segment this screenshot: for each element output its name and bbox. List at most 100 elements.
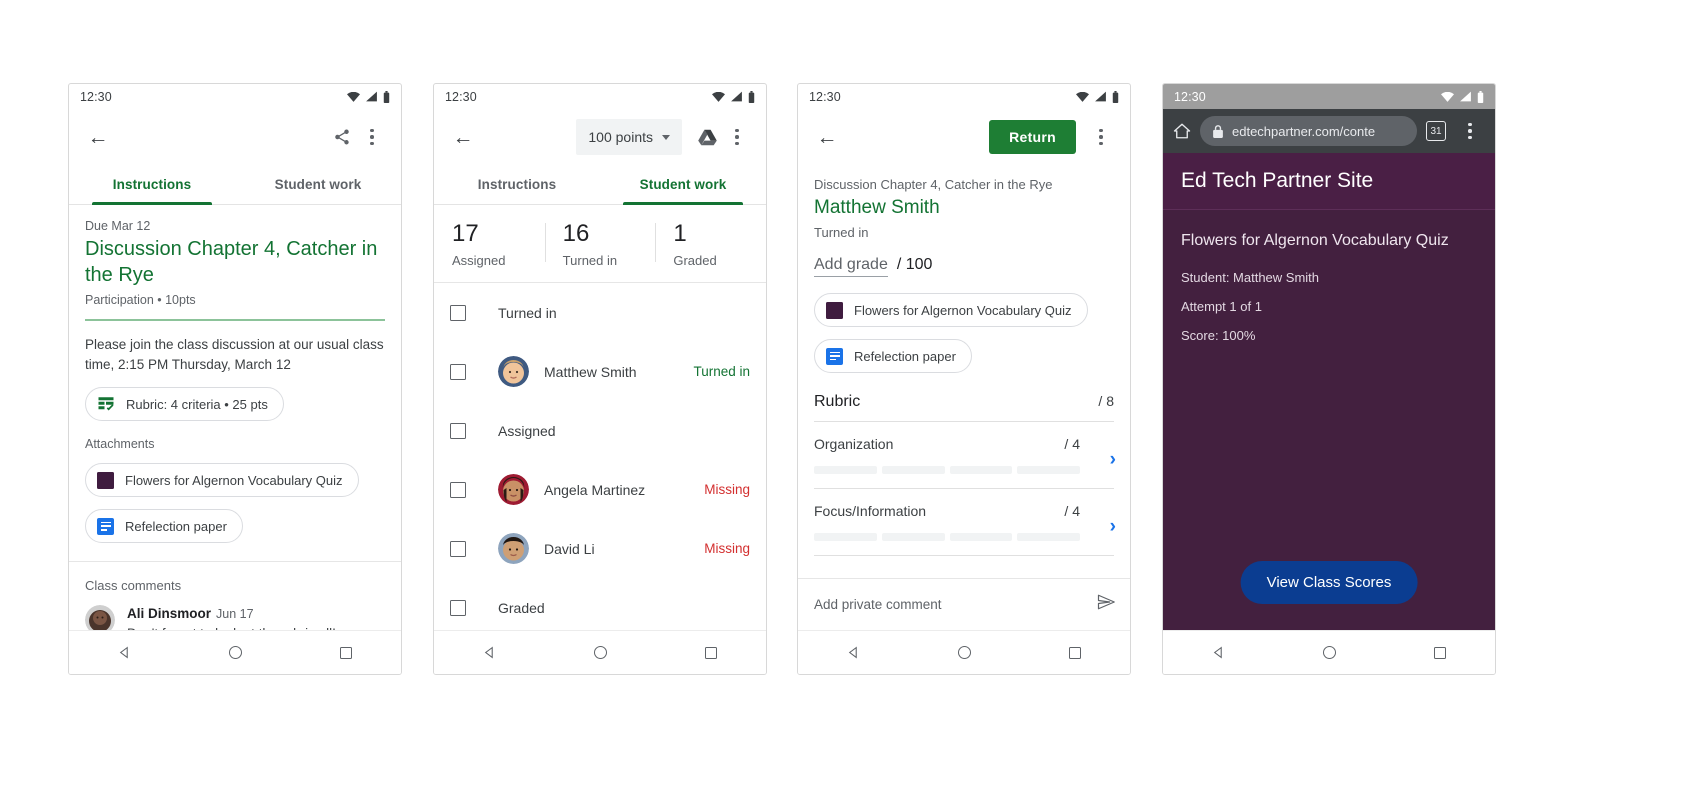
nav-back-icon[interactable]: [118, 646, 131, 659]
nav-back-icon[interactable]: [847, 646, 860, 659]
private-comment-bar[interactable]: Add private comment: [798, 578, 1130, 630]
stat-number: 17: [452, 220, 479, 247]
attachment-chip-doc[interactable]: Refelection paper: [814, 339, 972, 373]
nav-recents-icon[interactable]: [1434, 646, 1446, 659]
nav-home-icon[interactable]: [229, 646, 242, 659]
quiz-title: Flowers for Algernon Vocabulary Quiz: [1181, 232, 1449, 249]
stat-turned-in[interactable]: 16 Turned in: [544, 220, 656, 268]
site-title: Ed Tech Partner Site: [1181, 169, 1374, 192]
more-vert-icon[interactable]: [1086, 122, 1116, 152]
share-icon[interactable]: [327, 122, 357, 152]
system-nav-bar: [434, 630, 766, 674]
checkbox[interactable]: [450, 540, 466, 557]
group-header-assigned[interactable]: Assigned: [434, 401, 766, 460]
stats-row: 17 Assigned 16 Turned in 1 Graded: [434, 205, 766, 268]
divider: [814, 555, 1114, 556]
app-bar: ← Return: [798, 109, 1130, 165]
criterion-focus-information[interactable]: Focus/Information / 4 ›: [798, 489, 1130, 541]
quiz-student: Student: Matthew Smith: [1181, 270, 1320, 285]
group-label: Assigned: [498, 422, 556, 439]
student-row-angela-martinez[interactable]: Angela Martinez Missing: [434, 460, 766, 519]
back-button[interactable]: ←: [83, 122, 113, 152]
checkbox[interactable]: [450, 599, 466, 616]
stat-number: 16: [562, 220, 590, 247]
status-clock: 12:30: [1174, 89, 1206, 104]
attachment-chip-quiz[interactable]: Flowers for Algernon Vocabulary Quiz: [814, 293, 1088, 327]
status-icons: [1441, 90, 1484, 103]
grade-entry[interactable]: Add grade / 100: [814, 256, 1114, 277]
student-row-matthew-smith[interactable]: Matthew Smith Turned in: [434, 342, 766, 401]
criterion-levels: [814, 533, 1114, 541]
chevron-right-icon[interactable]: ›: [1110, 450, 1116, 469]
nav-home-icon[interactable]: [958, 646, 971, 659]
chevron-right-icon[interactable]: ›: [1110, 517, 1116, 536]
comment-author: Ali Dinsmoor: [127, 606, 212, 622]
group-header-graded[interactable]: Graded: [434, 578, 766, 630]
nav-recents-icon[interactable]: [340, 646, 352, 659]
nav-home-icon[interactable]: [1323, 646, 1336, 659]
nav-home-icon[interactable]: [594, 646, 607, 659]
view-class-scores-button[interactable]: View Class Scores: [1240, 561, 1418, 604]
nav-back-icon[interactable]: [1212, 646, 1225, 659]
private-comment-input[interactable]: Add private comment: [814, 597, 942, 612]
due-date: Due Mar 12: [85, 219, 151, 233]
signal-icon: [1460, 91, 1471, 102]
checkbox[interactable]: [450, 363, 466, 380]
battery-icon: [748, 90, 755, 103]
send-icon[interactable]: [1096, 593, 1116, 616]
chevron-down-icon: [662, 134, 670, 140]
rubric-chip-label: Rubric: 4 criteria • 25 pts: [126, 396, 268, 412]
rubric-chip[interactable]: Rubric: 4 criteria • 25 pts: [85, 387, 284, 422]
more-vert-icon[interactable]: [357, 122, 387, 152]
attachment-chip-quiz[interactable]: Flowers for Algernon Vocabulary Quiz: [85, 463, 359, 498]
add-grade-input[interactable]: Add grade: [814, 256, 888, 277]
tab-instructions[interactable]: Instructions: [434, 165, 600, 204]
avatar: [498, 356, 529, 388]
attachment-label: Refelection paper: [854, 348, 956, 364]
criterion-levels: [814, 466, 1114, 474]
assignment-subtitle: Participation • 10pts: [85, 293, 196, 308]
back-button[interactable]: ←: [448, 122, 478, 152]
purple-square-icon: [97, 471, 114, 489]
signal-icon: [731, 91, 742, 102]
back-button[interactable]: ←: [812, 122, 842, 152]
signal-icon: [366, 91, 377, 102]
google-drive-icon[interactable]: [692, 122, 722, 152]
more-vert-icon[interactable]: [1455, 116, 1485, 146]
checkbox[interactable]: [450, 481, 466, 498]
stat-graded[interactable]: 1 Graded: [655, 220, 766, 268]
attachment-label: Refelection paper: [125, 518, 227, 534]
points-dropdown[interactable]: 100 points: [576, 119, 682, 155]
return-button[interactable]: Return: [989, 120, 1076, 154]
more-vert-icon[interactable]: [722, 122, 752, 152]
nav-back-icon[interactable]: [483, 646, 496, 659]
tab-count-button[interactable]: 31: [1426, 121, 1446, 141]
home-icon[interactable]: [1173, 122, 1191, 140]
attachment-chip-doc[interactable]: Refelection paper: [85, 509, 243, 544]
phone-student-work: 12:30 ← 100 points Instructions Student …: [433, 83, 767, 675]
grading-body: Discussion Chapter 4, Catcher in the Rye…: [798, 165, 1130, 578]
criterion-organization[interactable]: Organization / 4 ›: [798, 422, 1130, 474]
tab-instructions[interactable]: Instructions: [69, 165, 235, 205]
group-header-turned-in[interactable]: Turned in: [434, 283, 766, 342]
battery-icon: [1477, 90, 1484, 103]
quiz-attempt: Attempt 1 of 1: [1181, 299, 1262, 314]
attachment-label: Flowers for Algernon Vocabulary Quiz: [125, 472, 343, 488]
comment-item[interactable]: Ali Dinsmoor Jun 17 Don't forget to look …: [69, 605, 401, 630]
tab-student-work[interactable]: Student work: [600, 165, 766, 205]
tab-student-work[interactable]: Student work: [235, 165, 401, 204]
url-text: edtechpartner.com/conte: [1232, 123, 1376, 139]
system-nav-bar: [69, 630, 401, 674]
checkbox[interactable]: [450, 422, 466, 439]
student-work-body: 17 Assigned 16 Turned in 1 Graded Turned…: [434, 205, 766, 630]
nav-recents-icon[interactable]: [705, 646, 717, 659]
checkbox[interactable]: [450, 304, 466, 321]
address-bar[interactable]: edtechpartner.com/conte: [1200, 116, 1417, 146]
stat-assigned[interactable]: 17 Assigned: [434, 220, 545, 268]
tab-bar: Instructions Student work: [434, 165, 766, 205]
system-nav-bar: [1163, 630, 1495, 674]
status-bar: 12:30: [1163, 84, 1495, 109]
nav-recents-icon[interactable]: [1069, 646, 1081, 659]
rubric-icon: [98, 397, 114, 411]
student-row-david-li[interactable]: David Li Missing: [434, 519, 766, 578]
